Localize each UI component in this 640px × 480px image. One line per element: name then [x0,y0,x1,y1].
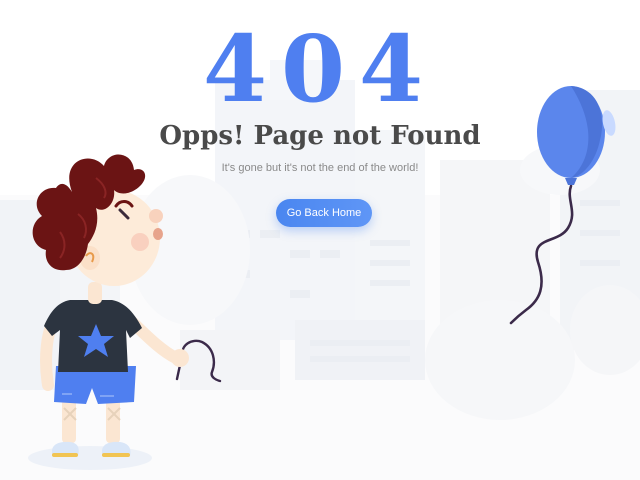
go-back-home-button[interactable]: Go Back Home [276,199,372,227]
error-code: 404 [202,15,438,123]
error-page: 404 Opps! Page not Found It's gone but i… [0,0,640,480]
error-message: It's gone but it's not the end of the wo… [221,162,419,174]
page-title: Opps! Page not Found [159,121,481,151]
